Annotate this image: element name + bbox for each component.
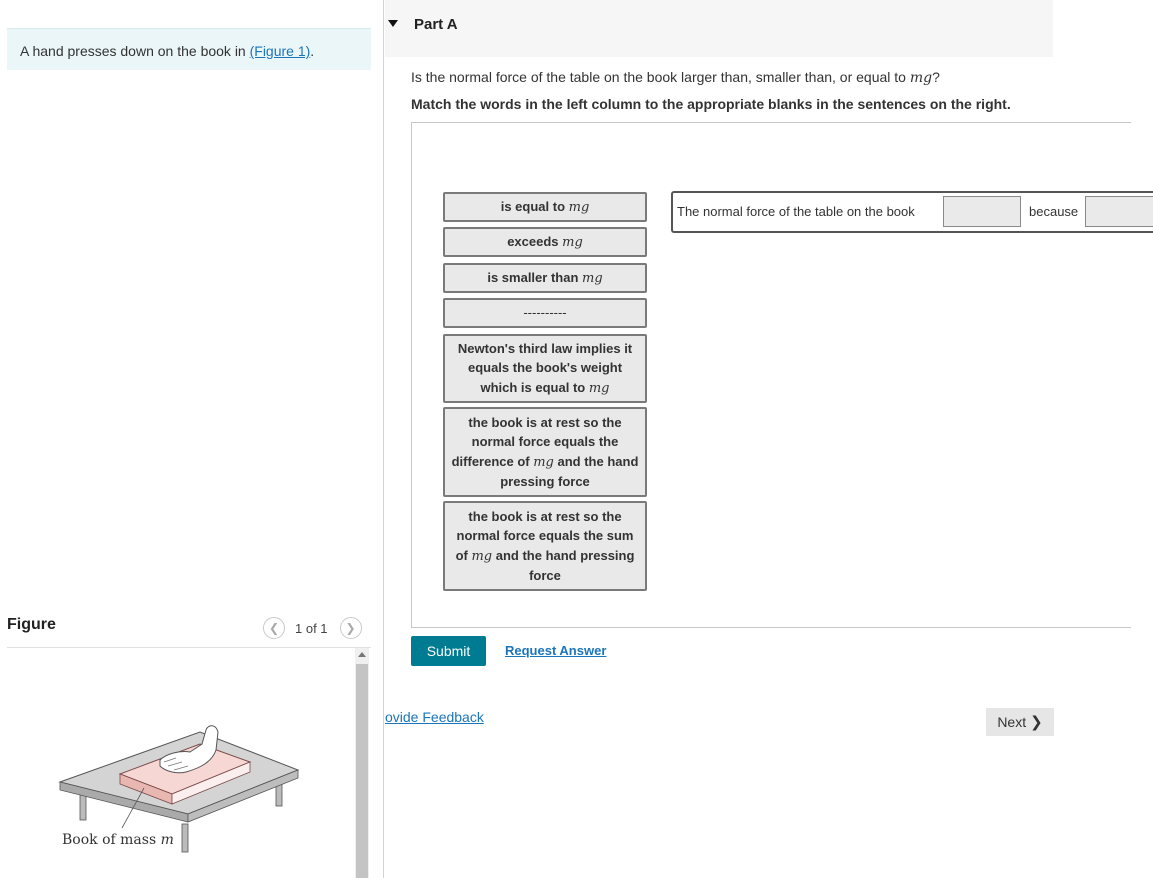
- figure-pager: ❮ 1 of 1 ❯: [263, 617, 362, 639]
- prev-figure-button[interactable]: ❮: [263, 617, 285, 639]
- collapse-caret-icon[interactable]: [388, 20, 398, 27]
- tile-text: the book is at rest so the normal force …: [449, 413, 641, 492]
- part-title: Part A: [414, 16, 458, 33]
- figure-caption: Book of mass m: [62, 832, 174, 848]
- question-var: mg: [909, 70, 933, 86]
- answer-tile[interactable]: exceeds mg: [443, 227, 647, 257]
- tile-pre: exceeds: [507, 233, 563, 249]
- answer-tile[interactable]: is equal to mg: [443, 192, 647, 222]
- question-text: Is the normal force of the table on the …: [411, 69, 940, 86]
- sentence-part-2: because: [1029, 204, 1079, 219]
- tile-text: exceeds mg: [507, 232, 583, 253]
- scrollbar-thumb[interactable]: [356, 664, 368, 878]
- figure-illustration: Book of mass m: [58, 725, 300, 853]
- intro-text-prefix: A hand presses down on the book in: [20, 43, 250, 59]
- request-answer-link[interactable]: Request Answer: [505, 643, 606, 658]
- table-leg-front: [181, 823, 189, 853]
- tile-var: mg: [568, 199, 590, 215]
- intro-text-suffix: .: [310, 43, 315, 59]
- answer-tile[interactable]: the book is at rest so the normal force …: [443, 407, 647, 497]
- part-header[interactable]: [385, 0, 1053, 57]
- tile-pre: ----------: [523, 304, 567, 320]
- tile-text: the book is at rest so the normal force …: [449, 507, 641, 586]
- provide-feedback-link[interactable]: ovide Feedback: [385, 709, 484, 725]
- chevron-right-icon: ❯: [1030, 714, 1043, 731]
- answer-tile[interactable]: is smaller than mg: [443, 263, 647, 293]
- tile-text: is smaller than mg: [487, 268, 602, 289]
- scroll-up-icon[interactable]: [358, 652, 366, 657]
- tile-text: is equal to mg: [501, 197, 590, 218]
- tile-pre: is equal to: [500, 198, 569, 214]
- intro-text: A hand presses down on the book in (Figu…: [20, 43, 314, 59]
- blank-drop-target-2[interactable]: [1085, 196, 1153, 227]
- tile-var: mg: [471, 548, 493, 564]
- caption-prefix: Book of mass: [62, 832, 161, 848]
- tile-text: ----------: [523, 303, 566, 324]
- tile-post: and the hand pressing force: [492, 547, 635, 584]
- next-figure-button[interactable]: ❯: [339, 617, 362, 639]
- table-leg-right: [275, 783, 283, 807]
- pager-count: 1 of 1: [295, 620, 328, 636]
- sentence-part-1: The normal force of the table on the boo…: [677, 204, 915, 219]
- figure-scrollbar[interactable]: [355, 648, 369, 878]
- column-divider: [383, 0, 384, 878]
- question-prefix: Is the normal force of the table on the …: [411, 69, 910, 85]
- tile-var: mg: [582, 270, 603, 286]
- tile-var: mg: [533, 454, 554, 470]
- question-suffix: ?: [932, 69, 940, 85]
- blank-drop-target-1[interactable]: [943, 196, 1021, 227]
- answer-tile[interactable]: the book is at rest so the normal force …: [443, 501, 647, 591]
- submit-button[interactable]: Submit: [411, 636, 486, 666]
- tile-var: mg: [562, 234, 583, 250]
- tile-text: Newton's third law implies it equals the…: [449, 339, 641, 399]
- tile-pre: is smaller than: [487, 269, 582, 285]
- answer-tile[interactable]: ----------: [443, 298, 647, 328]
- next-label: Next: [997, 714, 1027, 730]
- figure-divider: [7, 647, 371, 648]
- next-button[interactable]: Next ❯: [986, 708, 1054, 736]
- intro-banner: A hand presses down on the book in (Figu…: [7, 28, 371, 70]
- figure-title: Figure: [7, 616, 56, 633]
- figure-link[interactable]: (Figure 1): [250, 43, 311, 59]
- instructions-text: Match the words in the left column to th…: [411, 96, 1011, 112]
- answer-tile[interactable]: Newton's third law implies it equals the…: [443, 334, 647, 403]
- tile-var: mg: [588, 380, 610, 396]
- caption-var: m: [161, 832, 174, 848]
